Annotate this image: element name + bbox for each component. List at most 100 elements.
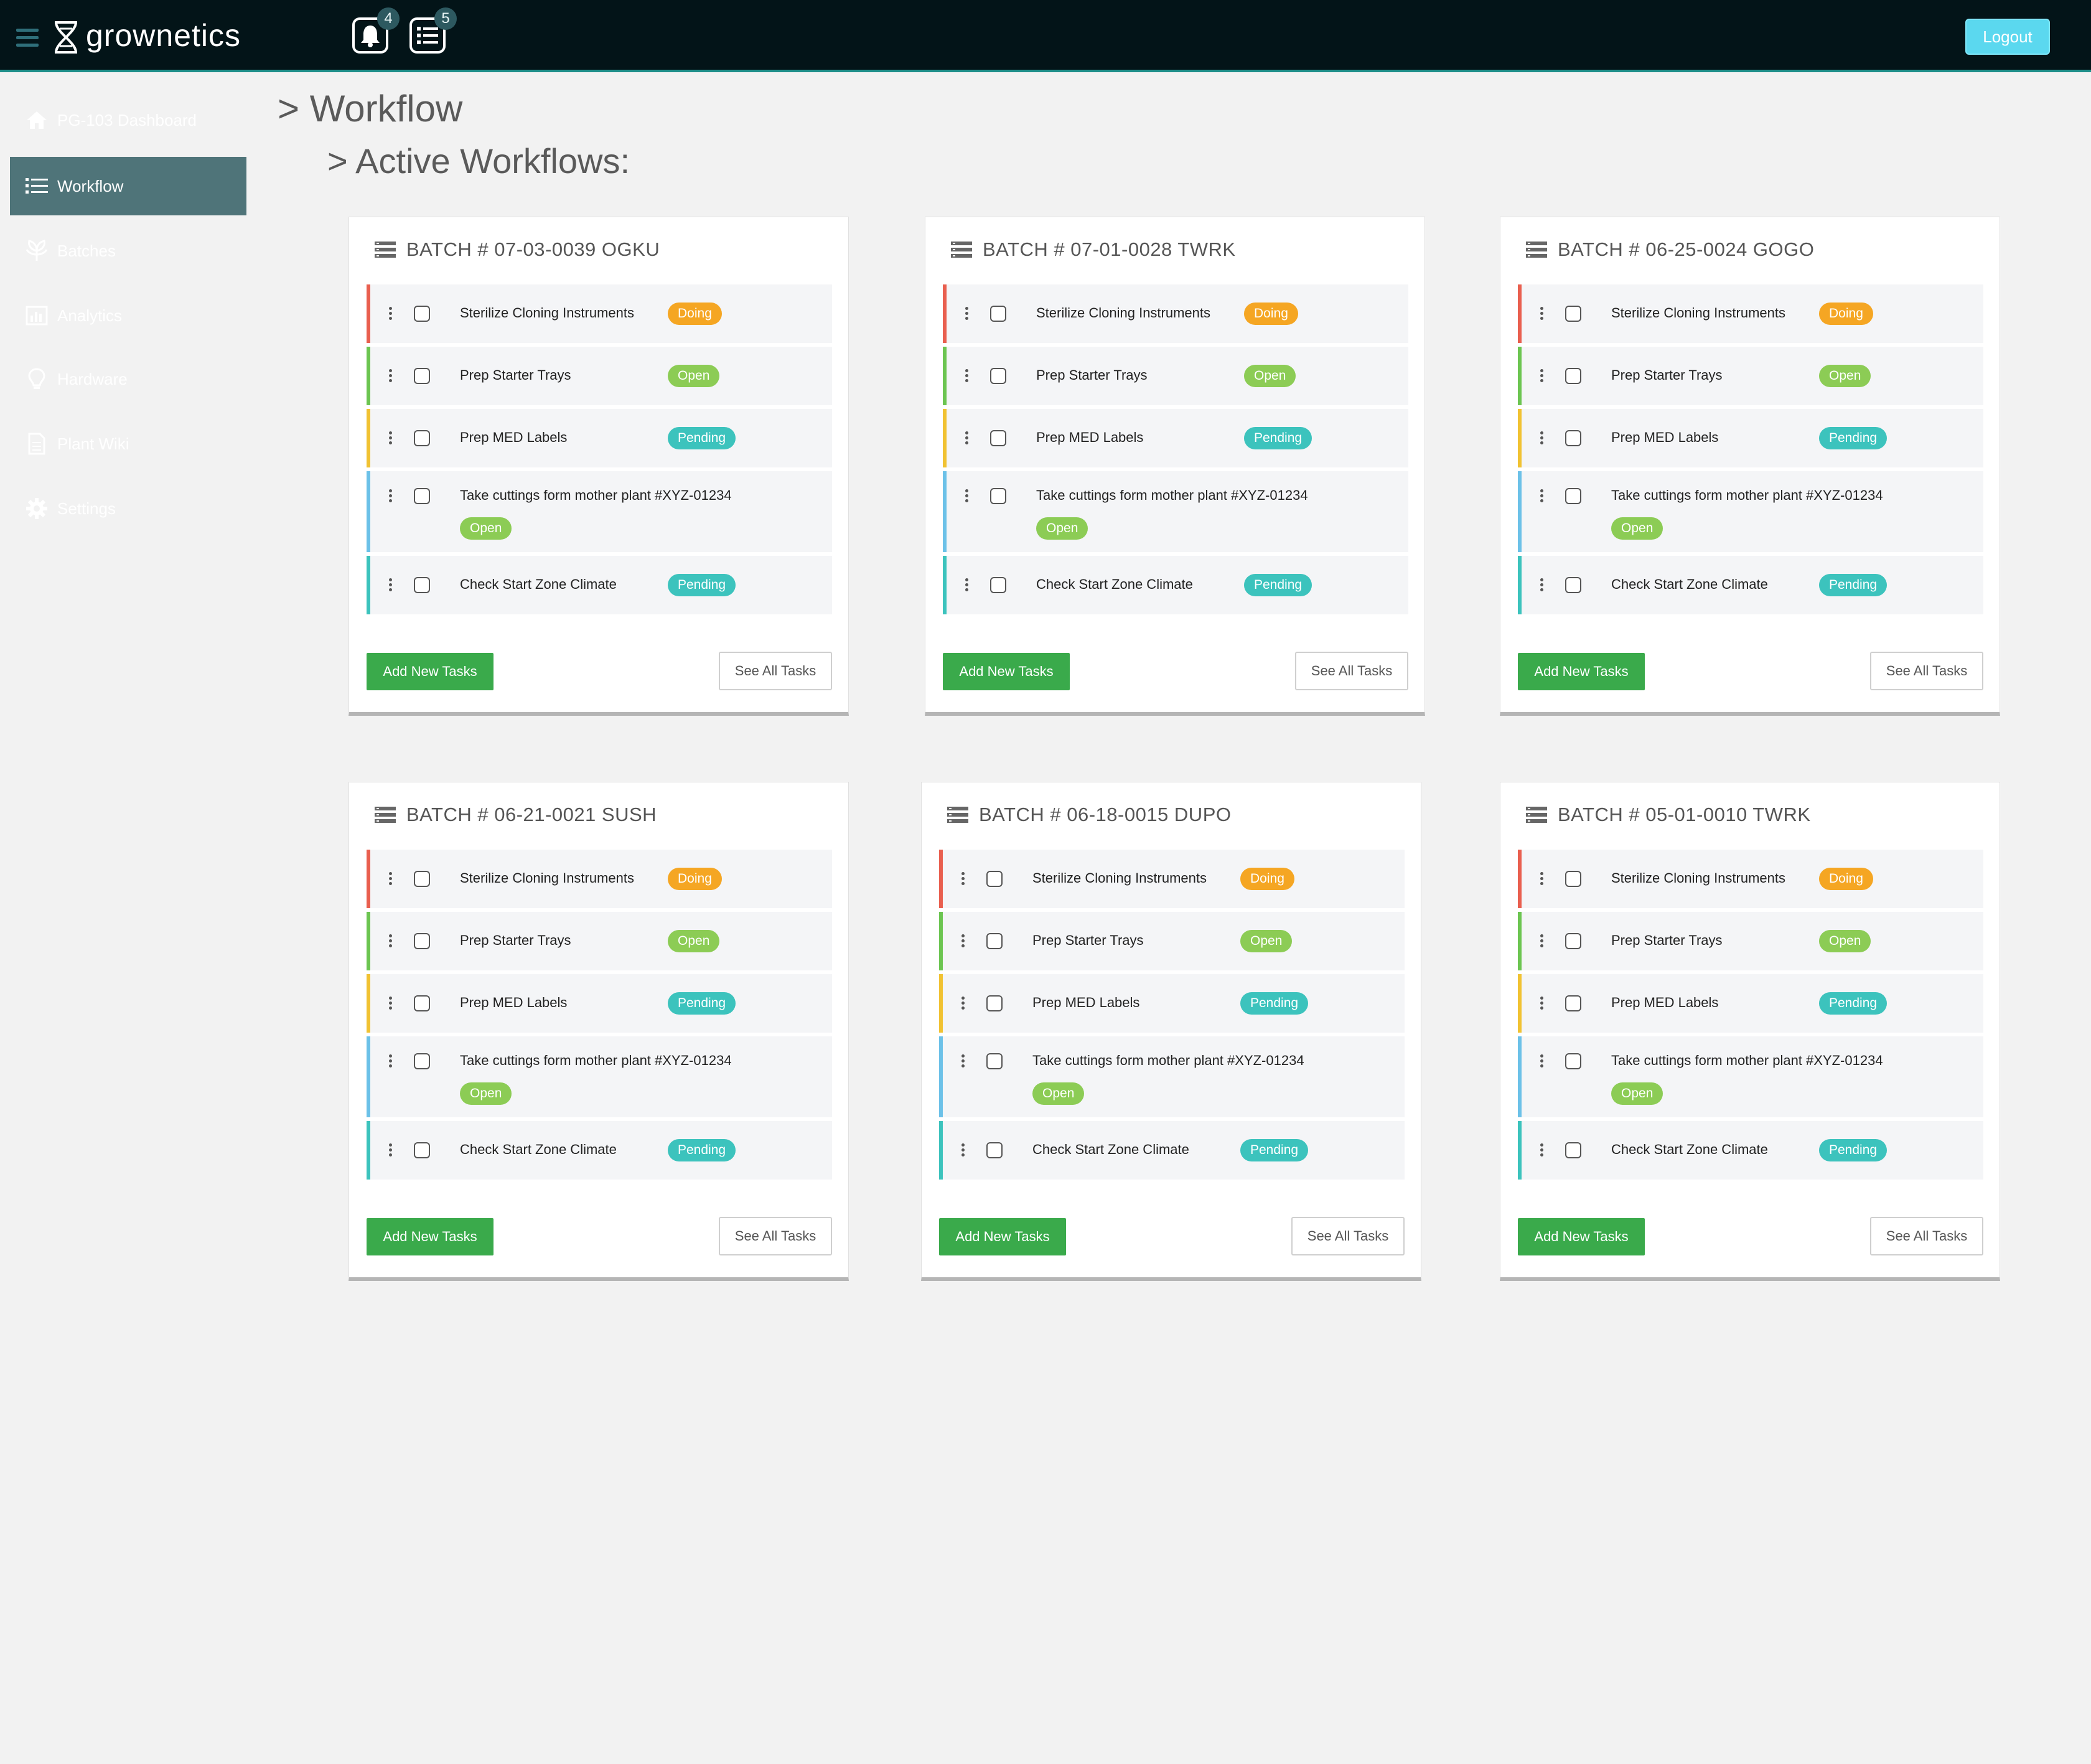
task-checkbox[interactable] xyxy=(414,933,430,949)
task-checkbox[interactable] xyxy=(990,488,1006,504)
task-item[interactable]: Sterilize Cloning Instruments Doing xyxy=(1518,850,1983,908)
add-new-tasks-button[interactable]: Add New Tasks xyxy=(1518,1218,1645,1255)
task-item[interactable]: Take cuttings form mother plant #XYZ-012… xyxy=(939,1036,1405,1117)
task-item[interactable]: Sterilize Cloning Instruments Doing xyxy=(939,850,1405,908)
task-checkbox[interactable] xyxy=(986,871,1003,887)
task-item[interactable]: Take cuttings form mother plant #XYZ-012… xyxy=(367,471,832,552)
see-all-tasks-button[interactable]: See All Tasks xyxy=(719,652,832,690)
see-all-tasks-button[interactable]: See All Tasks xyxy=(1291,1217,1405,1255)
task-item[interactable]: Prep Starter Trays Open xyxy=(1518,347,1983,405)
logout-button[interactable]: Logout xyxy=(1965,19,2050,55)
sidebar-item-workflow[interactable]: Workflow xyxy=(10,157,246,215)
add-new-tasks-button[interactable]: Add New Tasks xyxy=(367,653,494,690)
task-checkbox[interactable] xyxy=(414,577,430,593)
task-item[interactable]: Prep MED Labels Pending xyxy=(367,409,832,467)
see-all-tasks-button[interactable]: See All Tasks xyxy=(1295,652,1408,690)
task-item[interactable]: Prep MED Labels Pending xyxy=(943,409,1408,467)
sidebar-item-batches[interactable]: Batches xyxy=(10,222,246,280)
task-item[interactable]: Prep MED Labels Pending xyxy=(1518,974,1983,1033)
drag-handle-icon[interactable] xyxy=(1540,872,1544,887)
task-item[interactable]: Check Start Zone Climate Pending xyxy=(367,1121,832,1180)
sidebar-item-settings[interactable]: Settings xyxy=(10,479,246,538)
drag-handle-icon[interactable] xyxy=(389,1143,393,1158)
task-item[interactable]: Prep Starter Trays Open xyxy=(939,912,1405,970)
drag-handle-icon[interactable] xyxy=(389,997,393,1011)
task-checkbox[interactable] xyxy=(414,995,430,1011)
drag-handle-icon[interactable] xyxy=(1540,369,1544,384)
task-checkbox[interactable] xyxy=(1565,430,1581,446)
task-checkbox[interactable] xyxy=(1565,995,1581,1011)
drag-handle-icon[interactable] xyxy=(1540,578,1544,593)
task-checkbox[interactable] xyxy=(1565,577,1581,593)
sidebar-item-hardware[interactable]: Hardware xyxy=(10,350,246,408)
task-checkbox[interactable] xyxy=(1565,933,1581,949)
brand-name[interactable]: grownetics xyxy=(86,17,241,54)
task-checkbox[interactable] xyxy=(414,871,430,887)
task-item[interactable]: Check Start Zone Climate Pending xyxy=(1518,556,1983,614)
see-all-tasks-button[interactable]: See All Tasks xyxy=(719,1217,832,1255)
task-item[interactable]: Sterilize Cloning Instruments Doing xyxy=(367,284,832,343)
task-item[interactable]: Prep MED Labels Pending xyxy=(367,974,832,1033)
task-checkbox[interactable] xyxy=(990,577,1006,593)
sidebar-item-dashboard[interactable]: PG-103 Dashboard xyxy=(10,91,246,149)
task-item[interactable]: Sterilize Cloning Instruments Doing xyxy=(943,284,1408,343)
task-item[interactable]: Take cuttings form mother plant #XYZ-012… xyxy=(367,1036,832,1117)
task-checkbox[interactable] xyxy=(986,995,1003,1011)
drag-handle-icon[interactable] xyxy=(965,489,969,504)
drag-handle-icon[interactable] xyxy=(965,369,969,384)
drag-handle-icon[interactable] xyxy=(1540,307,1544,322)
tasks-button[interactable]: 5 xyxy=(409,7,457,54)
add-new-tasks-button[interactable]: Add New Tasks xyxy=(943,653,1070,690)
task-item[interactable]: Take cuttings form mother plant #XYZ-012… xyxy=(943,471,1408,552)
drag-handle-icon[interactable] xyxy=(965,431,969,446)
task-item[interactable]: Take cuttings form mother plant #XYZ-012… xyxy=(1518,1036,1983,1117)
drag-handle-icon[interactable] xyxy=(965,307,969,322)
task-item[interactable]: Sterilize Cloning Instruments Doing xyxy=(367,850,832,908)
drag-handle-icon[interactable] xyxy=(1540,934,1544,949)
task-checkbox[interactable] xyxy=(1565,1142,1581,1158)
drag-handle-icon[interactable] xyxy=(389,307,393,322)
task-checkbox[interactable] xyxy=(990,430,1006,446)
task-checkbox[interactable] xyxy=(414,488,430,504)
task-checkbox[interactable] xyxy=(414,1053,430,1069)
drag-handle-icon[interactable] xyxy=(1540,431,1544,446)
hamburger-menu-icon[interactable] xyxy=(16,29,39,47)
drag-handle-icon[interactable] xyxy=(965,578,969,593)
drag-handle-icon[interactable] xyxy=(389,1054,393,1069)
task-item[interactable]: Prep Starter Trays Open xyxy=(367,912,832,970)
drag-handle-icon[interactable] xyxy=(961,997,965,1011)
sidebar-item-analytics[interactable]: Analytics xyxy=(10,286,246,345)
task-checkbox[interactable] xyxy=(1565,368,1581,384)
task-item[interactable]: Prep Starter Trays Open xyxy=(943,347,1408,405)
drag-handle-icon[interactable] xyxy=(389,872,393,887)
drag-handle-icon[interactable] xyxy=(389,934,393,949)
drag-handle-icon[interactable] xyxy=(1540,997,1544,1011)
add-new-tasks-button[interactable]: Add New Tasks xyxy=(1518,653,1645,690)
drag-handle-icon[interactable] xyxy=(389,369,393,384)
task-checkbox[interactable] xyxy=(414,1142,430,1158)
drag-handle-icon[interactable] xyxy=(1540,1143,1544,1158)
task-item[interactable]: Check Start Zone Climate Pending xyxy=(367,556,832,614)
task-item[interactable]: Prep MED Labels Pending xyxy=(939,974,1405,1033)
drag-handle-icon[interactable] xyxy=(1540,1054,1544,1069)
task-item[interactable]: Take cuttings form mother plant #XYZ-012… xyxy=(1518,471,1983,552)
task-item[interactable]: Sterilize Cloning Instruments Doing xyxy=(1518,284,1983,343)
task-checkbox[interactable] xyxy=(990,368,1006,384)
notifications-button[interactable]: 4 xyxy=(352,7,400,54)
drag-handle-icon[interactable] xyxy=(1540,489,1544,504)
task-checkbox[interactable] xyxy=(414,306,430,322)
task-item[interactable]: Check Start Zone Climate Pending xyxy=(939,1121,1405,1180)
drag-handle-icon[interactable] xyxy=(961,872,965,887)
task-checkbox[interactable] xyxy=(990,306,1006,322)
task-checkbox[interactable] xyxy=(414,368,430,384)
add-new-tasks-button[interactable]: Add New Tasks xyxy=(367,1218,494,1255)
task-checkbox[interactable] xyxy=(1565,1053,1581,1069)
task-item[interactable]: Check Start Zone Climate Pending xyxy=(1518,1121,1983,1180)
task-item[interactable]: Check Start Zone Climate Pending xyxy=(943,556,1408,614)
task-checkbox[interactable] xyxy=(1565,871,1581,887)
task-checkbox[interactable] xyxy=(1565,488,1581,504)
task-checkbox[interactable] xyxy=(1565,306,1581,322)
task-item[interactable]: Prep Starter Trays Open xyxy=(1518,912,1983,970)
drag-handle-icon[interactable] xyxy=(389,578,393,593)
see-all-tasks-button[interactable]: See All Tasks xyxy=(1870,652,1983,690)
